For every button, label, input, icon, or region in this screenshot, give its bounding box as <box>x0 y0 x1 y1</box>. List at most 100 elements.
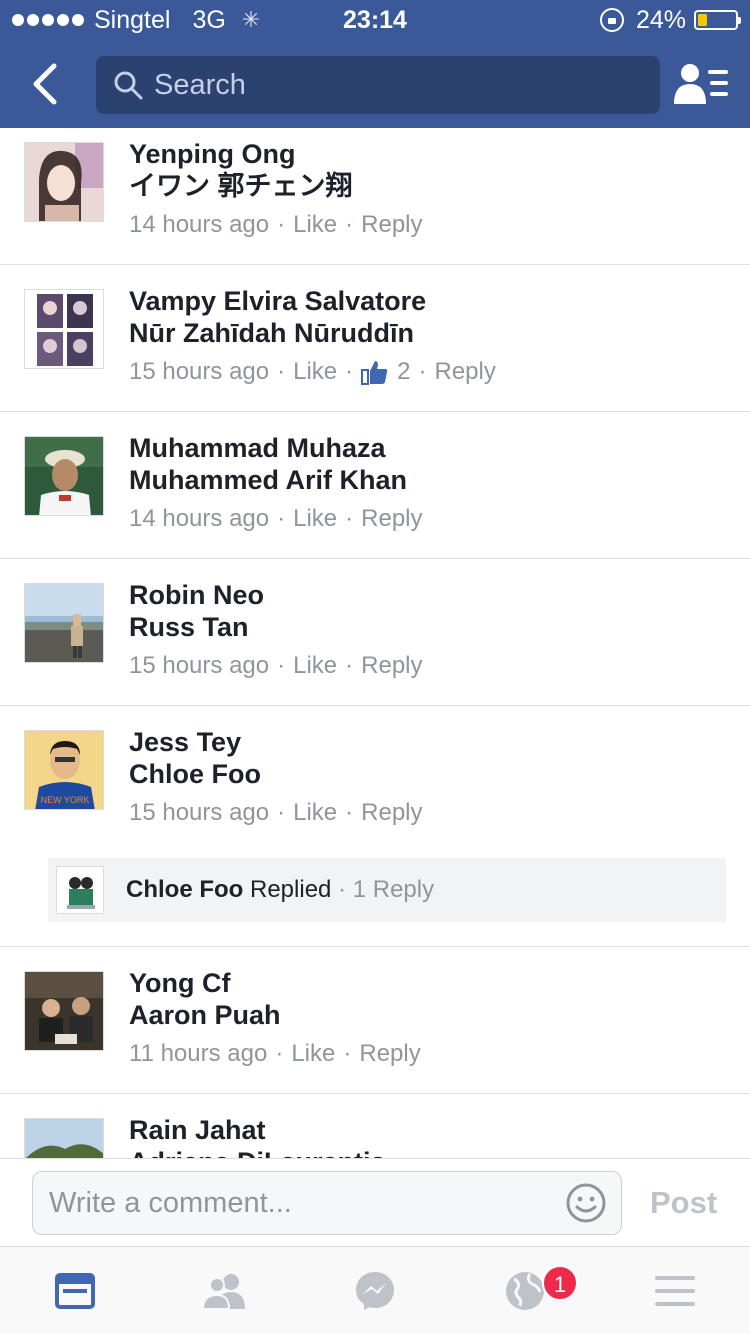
tab-bar: 1 <box>0 1246 750 1334</box>
reply-count: 1 Reply <box>352 876 435 903</box>
reply-link[interactable]: Reply <box>361 798 422 828</box>
comment-meta: 14 hours ago · Like · Reply <box>129 210 730 240</box>
comment-list[interactable]: Yenping Ong イワン 郭チェン翔 14 hours ago · Lik… <box>0 128 750 1158</box>
tab-friends[interactable] <box>150 1247 300 1334</box>
friends-icon <box>201 1274 245 1309</box>
nav-bar <box>0 40 750 128</box>
comment-text[interactable]: Aaron Puah <box>129 999 730 1031</box>
like-link[interactable]: Like <box>293 798 337 828</box>
meta-separator: · <box>418 358 427 385</box>
meta-separator: · <box>277 505 286 532</box>
reply-link[interactable]: Reply <box>359 1039 420 1069</box>
like-count[interactable]: 2 <box>397 357 410 387</box>
meta-separator: · <box>345 505 354 532</box>
globe-notifications-icon <box>506 1272 544 1310</box>
avatar[interactable] <box>24 142 104 222</box>
thumbs-up-icon <box>361 361 388 385</box>
comment-timestamp: 15 hours ago <box>129 652 270 679</box>
meta-separator: · <box>277 358 286 385</box>
avatar[interactable] <box>24 289 104 369</box>
commenter-name[interactable]: Muhammad Muhaza <box>129 432 730 464</box>
notification-badge: 1 <box>542 1265 578 1301</box>
back-button[interactable] <box>24 60 68 108</box>
like-link[interactable]: Like <box>291 1039 335 1069</box>
reply-link[interactable]: Reply <box>361 504 422 534</box>
comment-meta: 15 hours ago · Like · Reply <box>129 651 730 681</box>
tab-news-feed[interactable] <box>0 1247 150 1334</box>
tab-messenger[interactable] <box>300 1247 450 1334</box>
avatar[interactable] <box>24 1118 104 1158</box>
comment-timestamp: 11 hours ago <box>129 1040 268 1067</box>
comment-meta: 15 hours ago · Like · 2 · Reply <box>129 357 730 387</box>
reply-link[interactable]: Reply <box>361 651 422 681</box>
status-right: 24% <box>599 5 741 34</box>
meta-separator: · <box>338 876 353 903</box>
news-feed-icon <box>55 1273 95 1309</box>
meta-separator: · <box>345 799 354 826</box>
comment-body: Robin Neo Russ Tan 15 hours ago · Like ·… <box>129 579 730 681</box>
avatar[interactable]: NEW YORK <box>24 730 104 810</box>
avatar[interactable] <box>24 583 104 663</box>
avatar-photo <box>25 584 103 662</box>
comment-body: Yenping Ong イワン 郭チェン翔 14 hours ago · Lik… <box>129 138 730 240</box>
battery-level-fill <box>698 14 707 26</box>
avatar[interactable] <box>24 971 104 1051</box>
avatar[interactable] <box>24 436 104 516</box>
meta-separator: · <box>345 652 354 679</box>
battery-percent: 24% <box>635 5 686 34</box>
like-link[interactable]: Like <box>293 504 337 534</box>
comment-text[interactable]: Adriana DiLaurentis <box>129 1146 730 1158</box>
comment-meta: 15 hours ago · Like · Reply <box>129 798 730 828</box>
comment-body: Vampy Elvira Salvatore Nūr Zahīdah Nūrud… <box>129 285 730 387</box>
avatar-photo <box>25 290 103 368</box>
like-link[interactable]: Like <box>293 357 337 387</box>
comment-item: Robin Neo Russ Tan 15 hours ago · Like ·… <box>0 559 750 706</box>
person-list-icon <box>674 64 728 104</box>
status-bar: Singtel 3G ✳ 23:14 24% <box>0 0 750 40</box>
commenter-name[interactable]: Yenping Ong <box>129 138 730 170</box>
comment-text[interactable]: イワン 郭チェン翔 <box>129 170 730 202</box>
like-link[interactable]: Like <box>293 210 337 240</box>
smiley-icon[interactable] <box>565 1182 607 1224</box>
search-box[interactable] <box>96 56 660 114</box>
commenter-name[interactable]: Yong Cf <box>129 967 730 999</box>
meta-separator: · <box>277 799 286 826</box>
comment-item: Muhammad Muhaza Muhammed Arif Khan 14 ho… <box>0 412 750 559</box>
avatar-photo <box>57 867 103 913</box>
comment-input[interactable] <box>49 1172 549 1234</box>
reply-link[interactable]: Reply <box>435 357 496 387</box>
comment-input-box[interactable] <box>32 1171 622 1235</box>
search-input[interactable] <box>154 56 634 114</box>
commenter-name[interactable]: Robin Neo <box>129 579 730 611</box>
comment-text[interactable]: Nūr Zahīdah Nūruddīn <box>129 317 730 349</box>
comment-meta: 11 hours ago · Like · Reply <box>129 1039 730 1069</box>
tab-menu[interactable] <box>600 1247 750 1334</box>
commenter-name[interactable]: Jess Tey <box>129 726 730 758</box>
comment-item: NEW YORK Jess Tey Chloe Foo 15 hours ago… <box>0 706 750 947</box>
avatar-photo <box>25 143 103 221</box>
comment-item: Vampy Elvira Salvatore Nūr Zahīdah Nūrud… <box>0 265 750 412</box>
comment-text[interactable]: Russ Tan <box>129 611 730 643</box>
commenter-name[interactable]: Vampy Elvira Salvatore <box>129 285 730 317</box>
messenger-icon <box>356 1272 394 1310</box>
comment-body: Yong Cf Aaron Puah 11 hours ago · Like ·… <box>129 967 730 1069</box>
replies-summary-text: Chloe Foo Replied · 1 Reply <box>126 858 434 922</box>
reply-link[interactable]: Reply <box>361 210 422 240</box>
comment-body: Muhammad Muhaza Muhammed Arif Khan 14 ho… <box>129 432 730 534</box>
comment-text[interactable]: Muhammed Arif Khan <box>129 464 730 496</box>
comment-text[interactable]: Chloe Foo <box>129 758 730 790</box>
comment-body: Jess Tey Chloe Foo 15 hours ago · Like ·… <box>129 726 730 828</box>
replies-summary[interactable]: Chloe Foo Replied · 1 Reply <box>48 858 726 922</box>
meta-separator: · <box>275 1040 284 1067</box>
replied-label: Replied <box>250 876 332 903</box>
comment-timestamp: 15 hours ago <box>129 799 270 826</box>
tab-notifications[interactable] <box>450 1247 600 1334</box>
friend-list-button[interactable] <box>674 62 730 106</box>
meta-separator: · <box>345 211 354 238</box>
svg-text:NEW YORK: NEW YORK <box>41 795 90 805</box>
post-button[interactable]: Post <box>650 1159 717 1247</box>
avatar-photo <box>25 437 103 515</box>
comment-body: Rain Jahat Adriana DiLaurentis <box>129 1114 730 1158</box>
commenter-name[interactable]: Rain Jahat <box>129 1114 730 1146</box>
like-link[interactable]: Like <box>293 651 337 681</box>
